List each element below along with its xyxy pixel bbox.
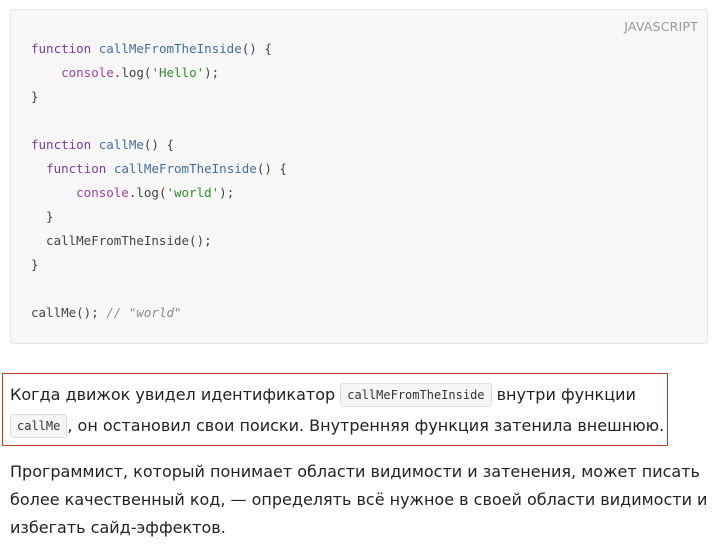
code-token: function <box>46 161 107 176</box>
code-token: 'world' <box>166 185 220 200</box>
summary-paragraph: Программист, который понимает области ви… <box>10 462 708 537</box>
code-token: console <box>61 65 114 80</box>
code-token: ); <box>219 185 235 200</box>
code-token: 'Hello' <box>151 65 205 80</box>
code-token: callMeFromTheInside(); <box>31 233 212 248</box>
code-token: // "world" <box>106 305 182 320</box>
code-token: .log( <box>113 65 152 80</box>
language-label: JAVASCRIPT <box>624 19 698 34</box>
paragraph-text: Когда движок увидел идентификатор <box>10 385 341 404</box>
code-line: } <box>31 205 287 229</box>
code-token: callMeFromTheInside <box>113 161 257 176</box>
explanation-paragraph: Когда движок увидел идентификатор callMe… <box>10 379 672 441</box>
inline-code-inner-function: callMeFromTheInside <box>340 383 492 407</box>
code-token: () { <box>143 137 175 152</box>
code-line: console.log('world'); <box>31 181 287 205</box>
code-token: function <box>31 41 92 56</box>
code-line: callMe(); // "world" <box>31 301 287 325</box>
code-line: function callMeFromTheInside() { <box>31 157 287 181</box>
code-line: function callMe() { <box>31 133 287 157</box>
code-line: function callMeFromTheInside() { <box>31 37 287 61</box>
code-line: console.log('Hello'); <box>31 61 287 85</box>
code-token: () { <box>241 41 272 56</box>
paragraph-text: , он остановил свои поиски. Внутренняя ф… <box>67 416 665 435</box>
code-token: } <box>31 209 54 224</box>
code-token: callMe <box>98 137 144 152</box>
code-token: console <box>76 185 129 200</box>
code-token: () { <box>256 161 287 176</box>
code-token: .log( <box>128 185 167 200</box>
paragraph-text: внутри функции <box>491 385 636 404</box>
code-token: } <box>31 257 39 272</box>
code-token: function <box>31 137 92 152</box>
code-block: JAVASCRIPT function callMeFromTheInside(… <box>10 9 708 344</box>
code-line: } <box>31 253 287 277</box>
code-token: } <box>31 89 39 104</box>
code-line: callMeFromTheInside(); <box>31 229 287 253</box>
inline-code-outer-function: callMe <box>10 414 68 438</box>
code-token: callMe(); <box>31 305 107 320</box>
code-token: callMeFromTheInside <box>98 41 242 56</box>
code-line: } <box>31 85 287 109</box>
code-token: ); <box>204 65 220 80</box>
code-listing: function callMeFromTheInside() { console… <box>31 37 287 325</box>
